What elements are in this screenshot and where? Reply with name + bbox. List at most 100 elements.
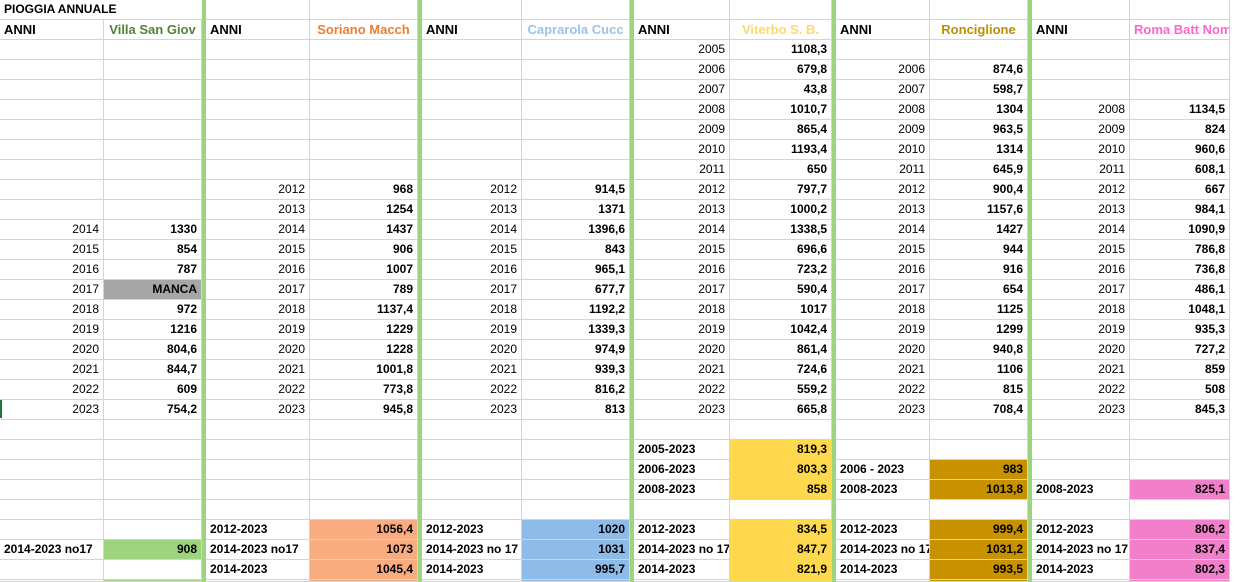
rainfall-value-cell[interactable]: 1106 xyxy=(930,360,1028,380)
rainfall-value-cell[interactable] xyxy=(522,60,630,80)
period-average-cell[interactable]: 837,4 xyxy=(1130,540,1230,560)
year-cell[interactable]: 2013 xyxy=(1032,200,1130,220)
year-cell[interactable]: 2018 xyxy=(422,300,522,320)
year-cell[interactable]: 2008 xyxy=(836,100,930,120)
year-cell[interactable]: 2012 xyxy=(836,180,930,200)
period-label-cell[interactable] xyxy=(422,440,522,460)
period-label-cell[interactable] xyxy=(0,560,104,580)
rainfall-value-cell[interactable]: 1137,4 xyxy=(310,300,418,320)
period-label-cell[interactable]: 2012-2023 xyxy=(634,520,730,540)
year-cell[interactable]: 2017 xyxy=(634,280,730,300)
rainfall-value-cell[interactable]: 945,8 xyxy=(310,400,418,420)
period-average-cell[interactable] xyxy=(930,500,1028,520)
year-cell[interactable]: 2012 xyxy=(1032,180,1130,200)
period-label-cell[interactable] xyxy=(206,460,310,480)
station-name-header[interactable]: Soriano Macch xyxy=(310,20,418,40)
rainfall-value-cell[interactable]: 1090,9 xyxy=(1130,220,1230,240)
year-cell[interactable]: 2012 xyxy=(206,180,310,200)
rainfall-value-cell[interactable]: 677,7 xyxy=(522,280,630,300)
period-average-cell[interactable] xyxy=(1130,460,1230,480)
year-cell[interactable] xyxy=(422,120,522,140)
period-label-cell[interactable]: 2014-2023 xyxy=(422,560,522,580)
rainfall-value-cell[interactable]: 508 xyxy=(1130,380,1230,400)
year-cell[interactable]: 2006 xyxy=(836,60,930,80)
year-cell[interactable]: 2012 xyxy=(422,180,522,200)
period-average-cell[interactable] xyxy=(1130,420,1230,440)
rainfall-value-cell[interactable] xyxy=(310,160,418,180)
rainfall-value-cell[interactable]: 723,2 xyxy=(730,260,832,280)
year-cell[interactable] xyxy=(1032,80,1130,100)
missing-value-cell[interactable]: MANCA xyxy=(104,280,202,300)
rainfall-value-cell[interactable]: 861,4 xyxy=(730,340,832,360)
station-name-header[interactable]: Villa San Giov xyxy=(104,20,202,40)
year-cell[interactable]: 2011 xyxy=(836,160,930,180)
rainfall-value-cell[interactable]: 1304 xyxy=(930,100,1028,120)
year-cell[interactable]: 2020 xyxy=(422,340,522,360)
period-average-cell[interactable]: 821,9 xyxy=(730,560,832,580)
rainfall-value-cell[interactable]: 874,6 xyxy=(930,60,1028,80)
year-cell[interactable]: 2020 xyxy=(0,340,104,360)
year-cell[interactable]: 2013 xyxy=(206,200,310,220)
year-cell[interactable]: 2009 xyxy=(1032,120,1130,140)
year-cell[interactable]: 2019 xyxy=(1032,320,1130,340)
year-cell[interactable] xyxy=(206,140,310,160)
year-cell[interactable]: 2018 xyxy=(836,300,930,320)
period-average-cell[interactable]: 995,7 xyxy=(522,560,630,580)
rainfall-value-cell[interactable] xyxy=(104,140,202,160)
rainfall-value-cell[interactable]: 813 xyxy=(522,400,630,420)
period-average-cell[interactable] xyxy=(522,500,630,520)
rainfall-value-cell[interactable]: 727,2 xyxy=(1130,340,1230,360)
rainfall-value-cell[interactable]: 844,7 xyxy=(104,360,202,380)
rainfall-value-cell[interactable] xyxy=(1130,60,1230,80)
year-cell[interactable]: 2010 xyxy=(634,140,730,160)
year-cell[interactable]: 2008 xyxy=(634,100,730,120)
year-cell[interactable]: 2010 xyxy=(1032,140,1130,160)
rainfall-value-cell[interactable]: 786,8 xyxy=(1130,240,1230,260)
period-average-cell[interactable]: 802,3 xyxy=(1130,560,1230,580)
rainfall-value-cell[interactable]: 940,8 xyxy=(930,340,1028,360)
period-label-cell[interactable] xyxy=(422,480,522,500)
rainfall-value-cell[interactable]: 900,4 xyxy=(930,180,1028,200)
rainfall-value-cell[interactable]: 736,8 xyxy=(1130,260,1230,280)
year-cell[interactable] xyxy=(0,180,104,200)
rainfall-value-cell[interactable]: 1017 xyxy=(730,300,832,320)
year-cell[interactable]: 2013 xyxy=(634,200,730,220)
year-cell[interactable]: 2020 xyxy=(836,340,930,360)
rainfall-value-cell[interactable]: 963,5 xyxy=(930,120,1028,140)
rainfall-value-cell[interactable]: 754,2 xyxy=(104,400,202,420)
rainfall-value-cell[interactable]: 804,6 xyxy=(104,340,202,360)
rainfall-value-cell[interactable] xyxy=(930,40,1028,60)
rainfall-value-cell[interactable]: 679,8 xyxy=(730,60,832,80)
rainfall-value-cell[interactable]: 645,9 xyxy=(930,160,1028,180)
rainfall-value-cell[interactable]: 486,1 xyxy=(1130,280,1230,300)
period-average-cell[interactable]: 858 xyxy=(730,480,832,500)
rainfall-value-cell[interactable]: 1299 xyxy=(930,320,1028,340)
rainfall-value-cell[interactable]: 1192,2 xyxy=(522,300,630,320)
year-cell[interactable]: 2021 xyxy=(634,360,730,380)
rainfall-value-cell[interactable]: 598,7 xyxy=(930,80,1028,100)
year-cell[interactable] xyxy=(1032,40,1130,60)
year-cell[interactable]: 2021 xyxy=(836,360,930,380)
rainfall-value-cell[interactable]: 914,5 xyxy=(522,180,630,200)
year-cell[interactable] xyxy=(422,80,522,100)
period-label-cell[interactable]: 2014-2023 xyxy=(1032,560,1130,580)
rainfall-value-cell[interactable]: 1229 xyxy=(310,320,418,340)
year-cell[interactable]: 2018 xyxy=(1032,300,1130,320)
period-label-cell[interactable] xyxy=(422,500,522,520)
year-cell[interactable]: 2013 xyxy=(422,200,522,220)
period-label-cell[interactable] xyxy=(1032,440,1130,460)
period-label-cell[interactable] xyxy=(0,440,104,460)
year-cell[interactable]: 2011 xyxy=(1032,160,1130,180)
rainfall-value-cell[interactable]: 654 xyxy=(930,280,1028,300)
years-header[interactable]: ANNI xyxy=(206,20,310,40)
years-header[interactable]: ANNI xyxy=(634,20,730,40)
period-label-cell[interactable]: 2014-2023 xyxy=(206,560,310,580)
period-label-cell[interactable]: 2014-2023 no17 xyxy=(0,540,104,560)
period-label-cell[interactable] xyxy=(206,440,310,460)
rainfall-value-cell[interactable] xyxy=(310,80,418,100)
period-average-cell[interactable]: 847,7 xyxy=(730,540,832,560)
year-cell[interactable]: 2011 xyxy=(634,160,730,180)
rainfall-value-cell[interactable] xyxy=(104,100,202,120)
rainfall-value-cell[interactable] xyxy=(310,60,418,80)
rainfall-value-cell[interactable]: 944 xyxy=(930,240,1028,260)
